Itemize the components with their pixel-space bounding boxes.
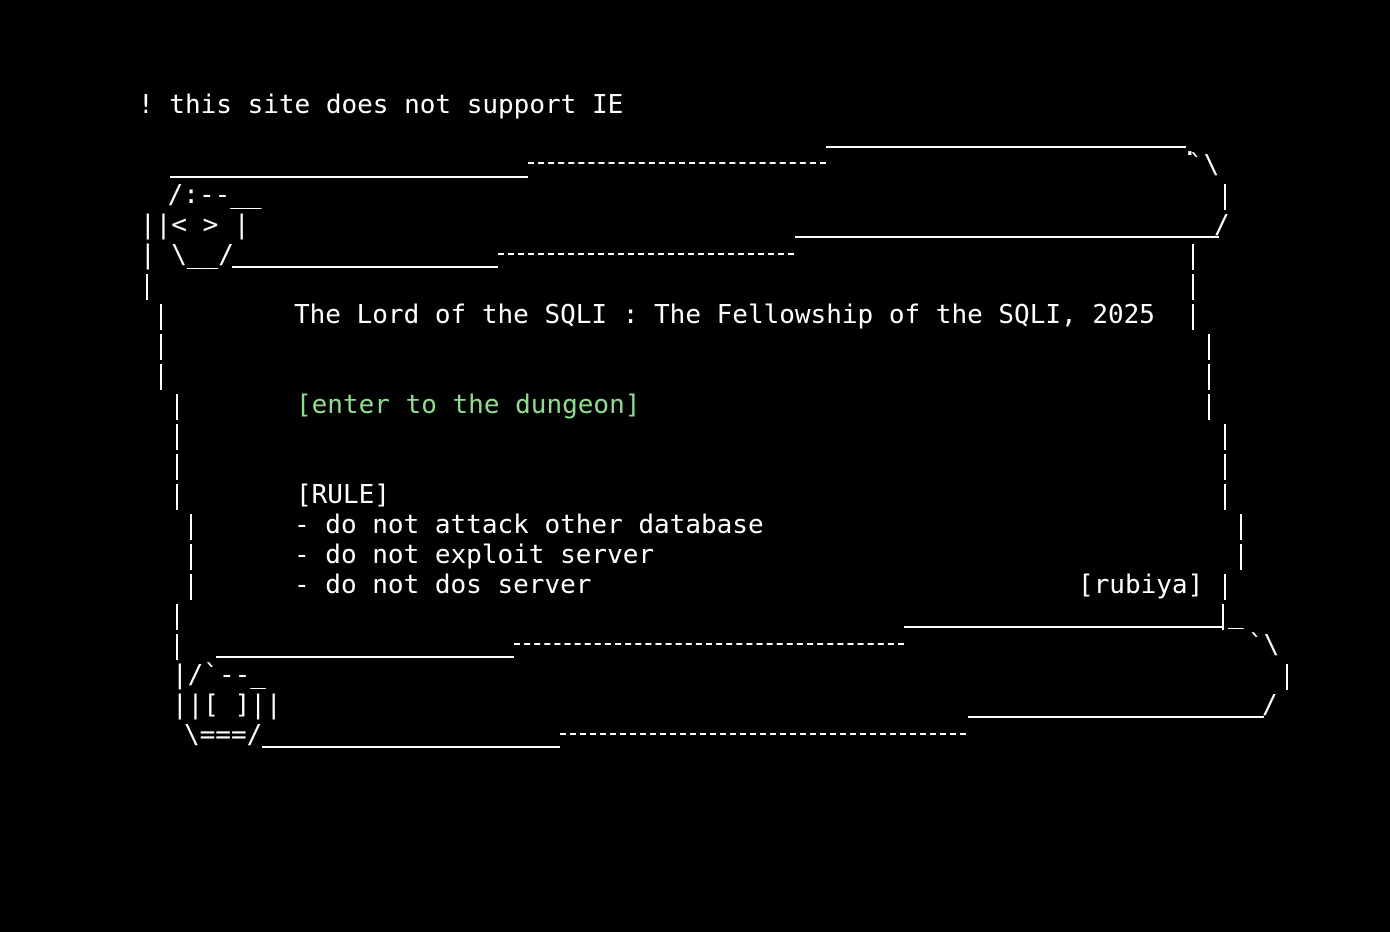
scroll-bottom-line-left — [216, 656, 514, 658]
scroll-roll-mid: ||< > | — [140, 210, 250, 240]
scroll-bottom-dash-2 — [560, 733, 966, 735]
scroll-bottom-line-right — [904, 626, 1222, 628]
scroll-bottom-roll-bottom: \===/ — [184, 720, 263, 750]
scroll-left-edge-11 — [190, 574, 192, 600]
scroll-bottom-line-lower-right — [968, 716, 1264, 718]
scroll-right-edge-7 — [1208, 394, 1210, 420]
scroll-bottom-curl-3: / — [1262, 690, 1278, 720]
scroll-bottom-roll-mid: ||[ ]|| — [172, 690, 282, 720]
scroll-left-edge-2 — [160, 304, 162, 330]
author-signature: [rubiya] — [1078, 570, 1204, 600]
page-title: The Lord of the SQLI : The Fellowship of… — [294, 300, 1155, 330]
scroll-right-edge-15 — [1286, 664, 1288, 690]
rule-item: - do not dos server — [294, 570, 592, 600]
scroll-right-edge-9 — [1224, 454, 1226, 480]
scroll-right-edge-14 — [1222, 604, 1224, 630]
scroll-right-edge-4 — [1192, 304, 1194, 330]
scroll-top-line-left — [170, 176, 528, 178]
scroll-right-edge-1 — [1224, 184, 1226, 210]
scroll-curl-right: / — [1214, 210, 1230, 240]
scroll-bottom-dash-1 — [514, 643, 904, 645]
scroll-right-edge-6 — [1208, 364, 1210, 390]
scroll-left-edge-10 — [190, 544, 192, 570]
scroll-roll-bottom: | \__/ — [140, 240, 234, 270]
scroll-left-edge-5 — [176, 394, 178, 420]
scroll-left-edge-4 — [160, 364, 162, 390]
scroll-left-edge-1 — [146, 274, 148, 300]
enter-dungeon-link[interactable]: [enter to the dungeon] — [296, 390, 640, 420]
scroll-line-upper-left — [232, 266, 498, 268]
scroll-top-dash-1 — [528, 162, 826, 164]
scroll-right-edge-12 — [1240, 544, 1242, 570]
rule-item: - do not attack other database — [294, 510, 764, 540]
scroll-right-edge-3 — [1192, 274, 1194, 300]
scroll-top-curl-2: `\ — [1188, 150, 1220, 180]
scroll-left-edge-8 — [176, 484, 178, 510]
scroll-bottom-curl-1: _ — [1228, 600, 1244, 630]
scroll-bottom-roll-top: |/`--_ — [172, 660, 266, 690]
scroll-right-edge-2 — [1192, 244, 1194, 270]
scroll-left-edge-7 — [176, 454, 178, 480]
scroll-right-edge-8 — [1224, 424, 1226, 450]
scroll-line-upper-right — [795, 236, 1219, 238]
scroll-left-edge-13 — [176, 634, 178, 660]
ie-warning: ! this site does not support IE — [138, 90, 624, 120]
scroll-bottom-curl-2: `\ — [1248, 630, 1280, 660]
scroll-left-edge-12 — [176, 604, 178, 630]
scroll-dash-upper — [498, 253, 794, 255]
scroll-top-line-right — [826, 146, 1186, 148]
rules-heading: [RULE] — [296, 480, 390, 510]
scroll-right-edge-5 — [1208, 334, 1210, 360]
scroll-left-edge-6 — [176, 424, 178, 450]
scroll-left-edge-9 — [190, 514, 192, 540]
scroll-right-edge-10 — [1224, 484, 1226, 510]
scroll-roll-top: /:--__ — [152, 180, 262, 210]
rule-item: - do not exploit server — [294, 540, 655, 570]
scroll-right-edge-11 — [1240, 514, 1242, 540]
scroll-left-edge-3 — [160, 334, 162, 360]
scroll-right-edge-13 — [1224, 574, 1226, 600]
scroll-bottom-line-lower-left — [262, 746, 560, 748]
terminal-screen: ! this site does not support IE . `\ /:-… — [0, 0, 1390, 932]
